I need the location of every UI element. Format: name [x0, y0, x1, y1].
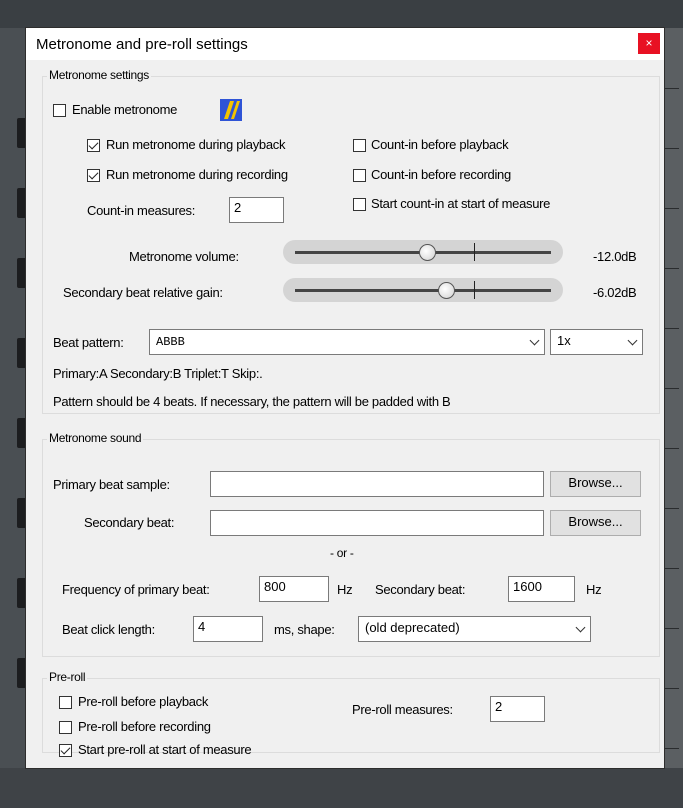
secondary-beat-sample-label: Secondary beat: — [84, 515, 175, 530]
metronome-volume-value: -12.0dB — [593, 249, 637, 264]
frequency-primary-label: Frequency of primary beat: — [62, 582, 210, 597]
beat-legend-text: Primary:A Secondary:B Triplet:T Skip:. — [53, 366, 263, 381]
secondary-gain-slider[interactable] — [283, 278, 563, 302]
run-during-recording-checkbox[interactable] — [87, 169, 100, 182]
preroll-start-measure-checkbox[interactable] — [59, 744, 72, 757]
pattern-note-text: Pattern should be 4 beats. If necessary,… — [53, 394, 451, 409]
dialog-title: Metronome and pre-roll settings — [36, 36, 248, 53]
count-in-playback-label: Count-in before playback — [371, 137, 509, 152]
beat-multiplier-value: 1x — [557, 333, 571, 348]
preroll-measures-input[interactable]: 2 — [490, 696, 545, 722]
metronome-settings-group: Metronome settings Enable metronome Run … — [42, 68, 660, 414]
start-count-in-checkbox[interactable] — [353, 198, 366, 211]
click-shape-select[interactable]: (old deprecated) — [358, 616, 591, 642]
chevron-down-icon — [575, 622, 586, 633]
click-length-input[interactable]: 4 — [193, 616, 263, 642]
metronome-sound-group: Metronome sound Primary beat sample: Bro… — [42, 431, 660, 657]
preroll-start-measure-label: Start pre-roll at start of measure — [78, 742, 252, 757]
background-transport — [0, 768, 683, 808]
title-bar[interactable]: Metronome and pre-roll settings × — [26, 28, 664, 60]
group-label: Pre-roll — [47, 670, 88, 684]
count-in-measures-label: Count-in measures: — [87, 203, 196, 218]
beat-pattern-combobox[interactable]: ABBB — [149, 329, 545, 355]
click-shape-value: (old deprecated) — [365, 620, 460, 635]
beat-multiplier-select[interactable]: 1x — [550, 329, 643, 355]
enable-metronome-label: Enable metronome — [72, 102, 178, 117]
chevron-down-icon — [627, 335, 638, 346]
run-during-playback-checkbox[interactable] — [87, 139, 100, 152]
count-in-playback-checkbox[interactable] — [353, 139, 366, 152]
background-app-toolbar — [0, 0, 683, 28]
run-during-recording-label: Run metronome during recording — [106, 167, 288, 182]
metronome-volume-slider[interactable] — [283, 240, 563, 264]
count-in-recording-label: Count-in before recording — [371, 167, 511, 182]
beat-pattern-value: ABBB — [156, 335, 185, 349]
click-length-label: Beat click length: — [62, 622, 155, 637]
secondary-gain-value: -6.02dB — [593, 285, 637, 300]
hz-unit-label: Hz — [586, 582, 602, 597]
start-count-in-label: Start count-in at start of measure — [371, 196, 551, 211]
preroll-group: Pre-roll Pre-roll before playback Pre-ro… — [42, 670, 660, 757]
secondary-gain-label: Secondary beat relative gain: — [63, 285, 223, 300]
browse-secondary-button[interactable]: Browse... — [550, 510, 641, 536]
preroll-recording-label: Pre-roll before recording — [78, 719, 211, 734]
chevron-down-icon — [529, 335, 540, 346]
hz-unit-label: Hz — [337, 582, 353, 597]
metronome-dialog: Metronome and pre-roll settings × Metron… — [25, 27, 665, 769]
beat-pattern-label: Beat pattern: — [53, 335, 124, 350]
ms-shape-label: ms, shape: — [274, 622, 335, 637]
preroll-measures-label: Pre-roll measures: — [352, 702, 453, 717]
gain-slider-thumb[interactable] — [438, 282, 456, 299]
run-during-playback-label: Run metronome during playback — [106, 137, 286, 152]
group-label: Metronome settings — [47, 68, 151, 82]
volume-slider-thumb[interactable] — [419, 244, 437, 261]
count-in-measures-input[interactable]: 2 — [229, 197, 284, 223]
primary-sample-label: Primary beat sample: — [53, 477, 170, 492]
preroll-recording-checkbox[interactable] — [59, 721, 72, 734]
count-in-recording-checkbox[interactable] — [353, 169, 366, 182]
or-separator: - or - — [330, 546, 354, 560]
metronome-volume-label: Metronome volume: — [129, 249, 239, 264]
frequency-secondary-input[interactable]: 1600 — [508, 576, 575, 602]
group-label: Metronome sound — [47, 431, 144, 445]
preroll-playback-label: Pre-roll before playback — [78, 694, 209, 709]
preroll-playback-checkbox[interactable] — [59, 696, 72, 709]
close-icon: × — [645, 36, 653, 50]
enable-metronome-checkbox[interactable] — [53, 104, 66, 117]
close-button[interactable]: × — [638, 33, 660, 54]
browse-primary-button[interactable]: Browse... — [550, 471, 641, 497]
metronome-icon[interactable] — [220, 99, 242, 121]
frequency-primary-input[interactable]: 800 — [259, 576, 329, 602]
secondary-sample-input[interactable] — [210, 510, 544, 536]
frequency-secondary-label: Secondary beat: — [375, 582, 466, 597]
primary-sample-input[interactable] — [210, 471, 544, 497]
